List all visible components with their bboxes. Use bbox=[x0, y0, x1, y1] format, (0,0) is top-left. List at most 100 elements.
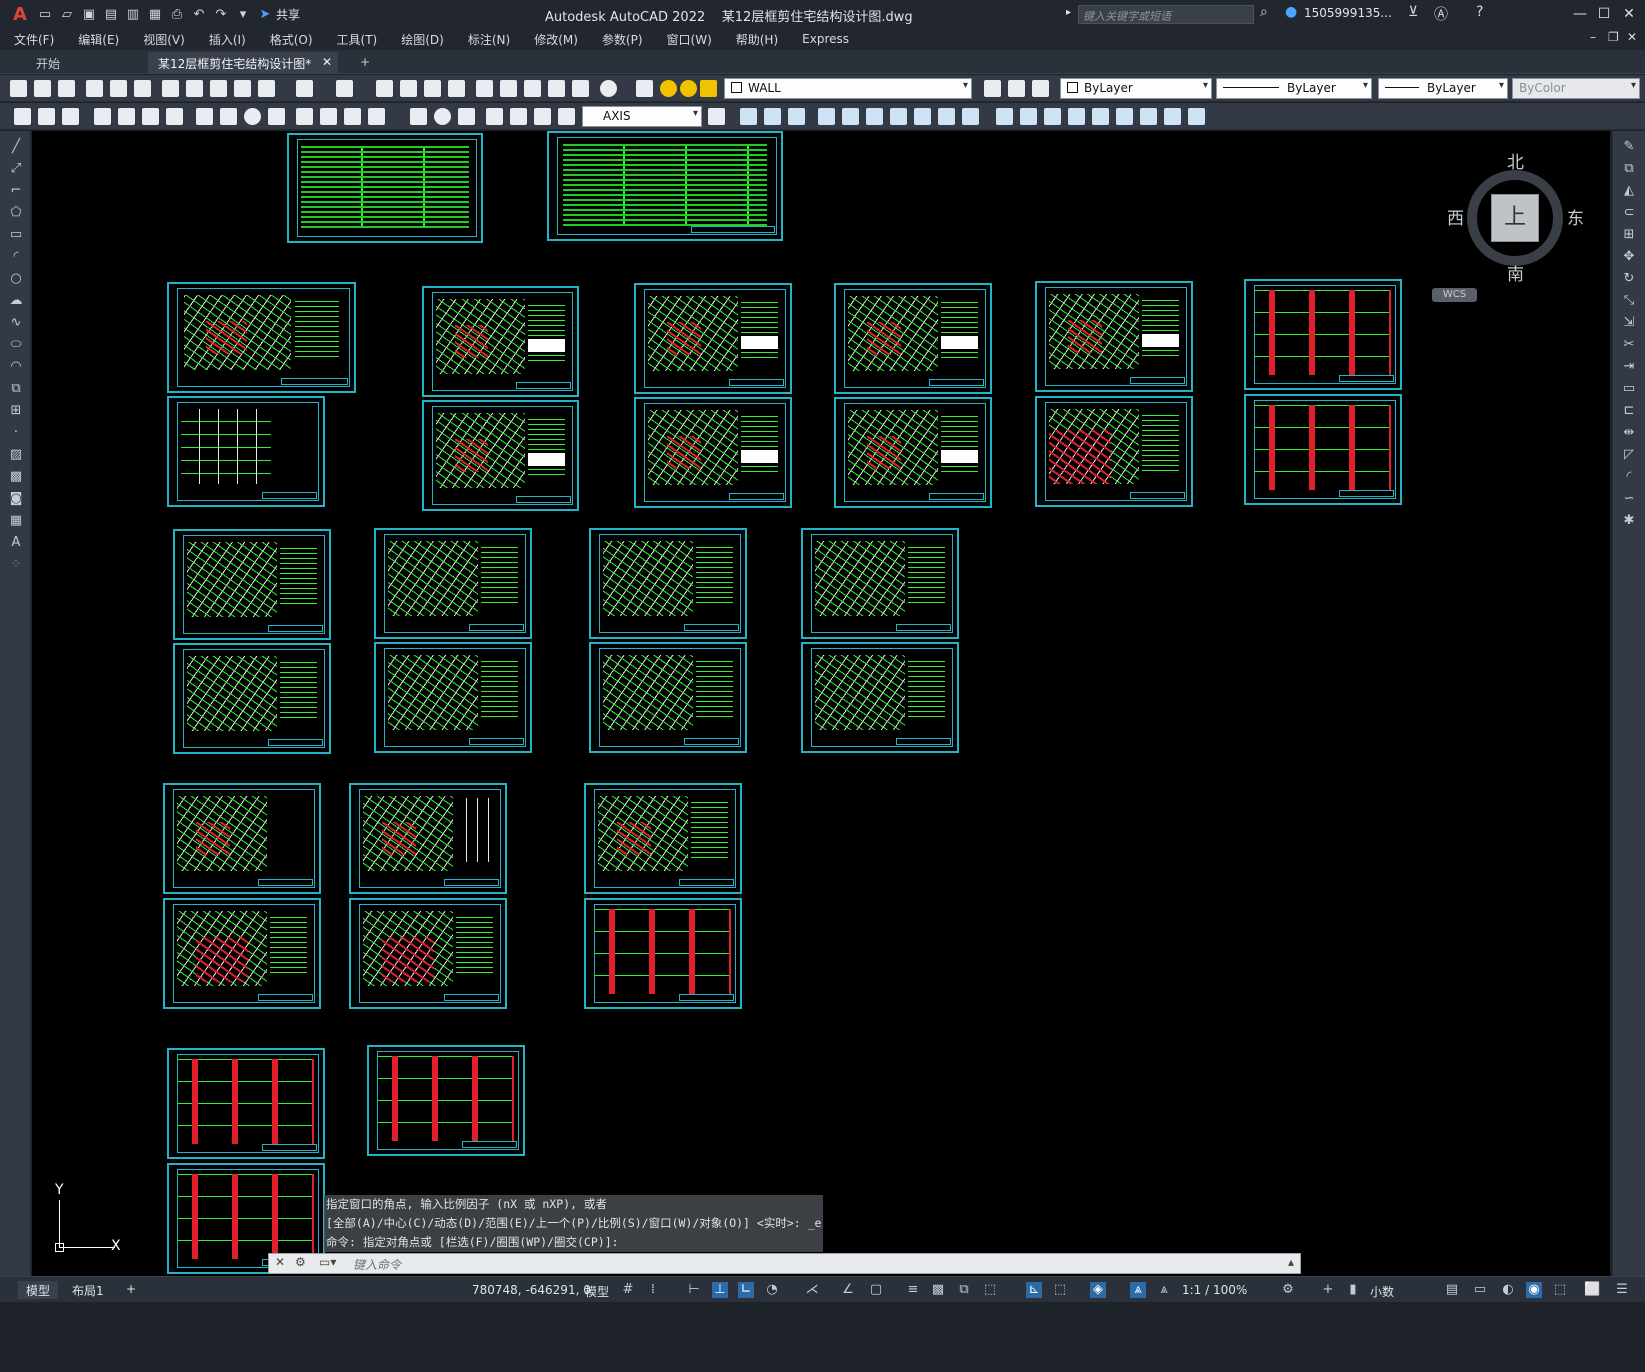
arc-icon[interactable]: ◜ bbox=[8, 249, 24, 265]
command-customize-icon[interactable]: ⚙ bbox=[295, 1255, 306, 1269]
gizmo-icon[interactable]: ◈ bbox=[1090, 1282, 1106, 1298]
ortho-icon[interactable]: ∟ bbox=[738, 1282, 754, 1298]
tb-dim-baseline-icon[interactable] bbox=[268, 108, 285, 125]
menu-file[interactable]: 文件(F) bbox=[14, 31, 54, 48]
sheet-design-notes[interactable] bbox=[547, 131, 783, 241]
maximize-button[interactable]: ☐ bbox=[1592, 2, 1616, 26]
command-input[interactable]: ✕ ⚙ ▭▾ 键入命令 ▴ bbox=[268, 1253, 1301, 1274]
tb-dim-edit-icon[interactable] bbox=[486, 108, 503, 125]
menu-express[interactable]: Express bbox=[802, 32, 849, 46]
sheet-beam-plan-2[interactable] bbox=[374, 528, 532, 639]
tb-dim-override-icon[interactable] bbox=[708, 108, 725, 125]
menu-edit[interactable]: 编辑(E) bbox=[78, 31, 119, 48]
menu-format[interactable]: 格式(O) bbox=[270, 31, 313, 48]
help-icon[interactable]: ? bbox=[1476, 4, 1483, 20]
customize-qat-icon[interactable]: ▾ bbox=[232, 3, 254, 25]
join-icon[interactable]: ⇹ bbox=[1621, 425, 1637, 441]
annotation-visibility-icon[interactable]: ⩓ bbox=[1130, 1282, 1146, 1298]
tb-toolpalettes-icon[interactable] bbox=[524, 80, 541, 97]
transparency-icon[interactable]: ▩ bbox=[930, 1282, 946, 1298]
tb-dim-radius-icon[interactable] bbox=[118, 108, 135, 125]
search-icon[interactable]: ⌕ bbox=[1260, 4, 1268, 20]
tb-copy-icon[interactable] bbox=[186, 80, 203, 97]
tb-lengthen-icon[interactable] bbox=[1140, 108, 1157, 125]
tb-dim-diameter-icon[interactable] bbox=[166, 108, 183, 125]
tb-save-icon[interactable] bbox=[58, 80, 75, 97]
sheet-beam-plan-8[interactable] bbox=[801, 642, 959, 753]
sheet-column-details-2[interactable] bbox=[1244, 394, 1402, 505]
sheet-slab-plan-2[interactable] bbox=[349, 783, 507, 894]
web-save-icon[interactable]: ▦ bbox=[144, 3, 166, 25]
sheet-beam-plan-4[interactable] bbox=[801, 528, 959, 639]
tb-fillet-icon[interactable] bbox=[962, 108, 979, 125]
tb-preview-icon[interactable] bbox=[110, 80, 127, 97]
tb-center-mark-icon[interactable] bbox=[434, 108, 451, 125]
user-account[interactable]: 1505999135... bbox=[1304, 6, 1392, 20]
extend-icon[interactable]: ⇥ bbox=[1621, 359, 1637, 375]
fillet-icon[interactable]: ◜ bbox=[1621, 469, 1637, 485]
tb-dim-continue-icon[interactable] bbox=[296, 108, 313, 125]
close-button[interactable]: ✕ bbox=[1617, 2, 1641, 26]
hatch-icon[interactable]: ▨ bbox=[8, 447, 24, 463]
object-snap-icon[interactable]: ▢ bbox=[868, 1282, 884, 1298]
open-icon[interactable]: ▱ bbox=[56, 3, 78, 25]
rectangle-icon[interactable]: ▭ bbox=[8, 227, 24, 243]
customization-menu-icon[interactable]: ☰ bbox=[1614, 1282, 1630, 1298]
tb-dim-style-icon[interactable] bbox=[558, 108, 575, 125]
lock-ui-icon[interactable]: ▭ bbox=[1472, 1282, 1488, 1298]
tb-copy-object-icon[interactable] bbox=[764, 108, 781, 125]
tb-matchprop-icon[interactable] bbox=[234, 80, 251, 97]
sheet-beam-plan-3[interactable] bbox=[589, 528, 747, 639]
tb-layer-manager-icon[interactable] bbox=[636, 80, 653, 97]
sheet-plan-b2[interactable] bbox=[634, 397, 792, 508]
ellipse-icon[interactable]: ⬭ bbox=[8, 337, 24, 353]
menu-modify[interactable]: 修改(M) bbox=[534, 31, 578, 48]
tab-close-icon[interactable]: ✕ bbox=[322, 55, 332, 69]
tb-erase-icon[interactable] bbox=[1020, 108, 1037, 125]
save-icon[interactable]: ▣ bbox=[78, 3, 100, 25]
auto-scale-icon[interactable]: ⩓ bbox=[1156, 1282, 1172, 1298]
add-selected-icon[interactable]: ⁘ bbox=[8, 557, 24, 573]
tb-extend-icon[interactable] bbox=[938, 108, 955, 125]
autodesk-app-icon[interactable]: Ⓐ bbox=[1434, 4, 1448, 24]
break-icon[interactable]: ⊏ bbox=[1621, 403, 1637, 419]
quick-properties-icon[interactable]: ▤ bbox=[1444, 1282, 1460, 1298]
polyline-icon[interactable]: ⌐ bbox=[8, 183, 24, 199]
tb-blockedit-icon[interactable] bbox=[258, 80, 275, 97]
sheet-slab-plan-3[interactable] bbox=[163, 898, 321, 1009]
tb-pan-icon[interactable] bbox=[376, 80, 393, 97]
mtext-icon[interactable]: A bbox=[8, 535, 24, 551]
menu-draw[interactable]: 绘图(D) bbox=[401, 31, 444, 48]
sheet-beam-plan-5[interactable] bbox=[173, 643, 331, 754]
scale-icon[interactable]: ⤡ bbox=[1621, 293, 1637, 309]
units-icon[interactable]: ▮ bbox=[1345, 1282, 1361, 1298]
polygon-icon[interactable]: ⬠ bbox=[8, 205, 24, 221]
annotation-monitor-icon[interactable]: + bbox=[1320, 1282, 1336, 1298]
tb-offset-icon[interactable] bbox=[1044, 108, 1061, 125]
tb-zoom-window-icon[interactable] bbox=[424, 80, 441, 97]
sheet-slab-plan-4[interactable] bbox=[349, 898, 507, 1009]
sheet-plan-b1[interactable] bbox=[634, 283, 792, 394]
doc-minimize-icon[interactable]: – bbox=[1590, 30, 1596, 44]
tb-redo-icon[interactable] bbox=[336, 80, 353, 97]
sheet-roof-plan[interactable] bbox=[584, 783, 742, 894]
revcloud-icon[interactable]: ☁ bbox=[8, 293, 24, 309]
new-tab-button[interactable]: + bbox=[350, 52, 380, 74]
drawing-canvas[interactable]: 上 北 南 东 西 WCS Y X bbox=[32, 131, 1610, 1338]
move-icon[interactable]: ✥ bbox=[1621, 249, 1637, 265]
layer-dropdown[interactable]: WALL ▾ bbox=[724, 78, 972, 99]
sheet-plan-c1[interactable] bbox=[834, 283, 992, 394]
search-input[interactable]: 键入关键字或短语 bbox=[1078, 5, 1254, 24]
tb-dim-ordinate-icon[interactable] bbox=[94, 108, 111, 125]
command-close-icon[interactable]: ✕ bbox=[275, 1255, 285, 1269]
selection-cycling-icon[interactable]: ⧉ bbox=[956, 1282, 972, 1298]
tb-properties-icon[interactable] bbox=[476, 80, 493, 97]
tb-plot-icon[interactable] bbox=[86, 80, 103, 97]
offset-icon[interactable]: ⊂ bbox=[1621, 205, 1637, 221]
linetype-dropdown[interactable]: ByLayer ▾ bbox=[1216, 78, 1372, 99]
layer-lock-icon[interactable] bbox=[700, 80, 717, 97]
tb-align-icon[interactable] bbox=[1164, 108, 1181, 125]
sheet-plan-d2[interactable] bbox=[1035, 396, 1193, 507]
compass-west[interactable]: 西 bbox=[1447, 204, 1464, 229]
chamfer-icon[interactable]: ◸ bbox=[1621, 447, 1637, 463]
